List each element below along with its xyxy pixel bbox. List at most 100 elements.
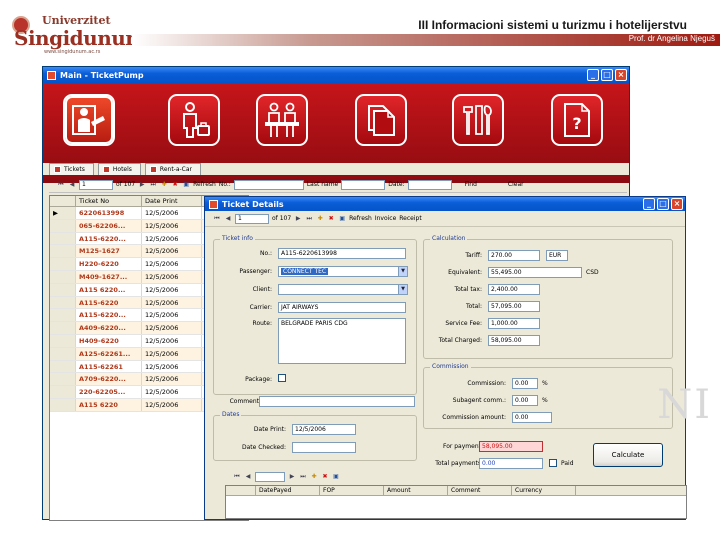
- commission-field[interactable]: 0.00: [512, 378, 538, 389]
- maximize-button[interactable]: □: [601, 69, 613, 81]
- row-selector[interactable]: [50, 347, 76, 360]
- dialog-maximize-button[interactable]: □: [657, 198, 669, 210]
- date-checked-field[interactable]: [292, 442, 356, 453]
- payments-prev-icon[interactable]: ◀: [244, 473, 252, 481]
- prev-record-icon[interactable]: ◀: [68, 181, 76, 189]
- row-selector[interactable]: [50, 309, 76, 322]
- row-selector[interactable]: [50, 398, 76, 411]
- row-selector[interactable]: [50, 245, 76, 258]
- find-button[interactable]: Find: [465, 181, 477, 188]
- tab-hotels[interactable]: Hotels: [97, 163, 141, 175]
- row-selector[interactable]: [50, 334, 76, 347]
- tab-rent-a-car[interactable]: Rent-a-Car: [144, 163, 202, 175]
- row-selector[interactable]: [50, 232, 76, 245]
- next-record-icon[interactable]: ▶: [138, 181, 146, 189]
- dialog-record-position-input[interactable]: 1: [235, 213, 269, 224]
- column-currency[interactable]: Currency: [512, 486, 576, 495]
- hotels-module-button[interactable]: [256, 94, 308, 146]
- invoice-button[interactable]: Invoice: [375, 215, 396, 222]
- column-amount[interactable]: Amount: [384, 486, 448, 495]
- last-record-icon[interactable]: ⏭: [149, 181, 157, 189]
- service-fee-field[interactable]: 1,000.00: [488, 318, 540, 329]
- clear-button[interactable]: Clear: [508, 181, 524, 188]
- payments-position-input[interactable]: [255, 472, 285, 482]
- record-position-input[interactable]: 1: [79, 179, 113, 190]
- total-charged-field[interactable]: 58,095.00: [488, 335, 540, 346]
- column-fop[interactable]: FOP: [320, 486, 384, 495]
- payments-next-icon[interactable]: ▶: [288, 473, 296, 481]
- row-selector[interactable]: [50, 258, 76, 270]
- tab-tickets[interactable]: Tickets: [49, 163, 94, 175]
- row-selector[interactable]: [50, 373, 76, 386]
- column-ticket-no[interactable]: Ticket No: [76, 196, 142, 206]
- row-selector[interactable]: [50, 270, 76, 283]
- column-comment[interactable]: Comment: [448, 486, 512, 495]
- search-date-input[interactable]: [407, 179, 452, 190]
- save-record-icon[interactable]: ▣: [182, 181, 190, 189]
- total-payments-field[interactable]: 0.00: [479, 458, 543, 469]
- comment-field[interactable]: [259, 396, 415, 407]
- client-combo[interactable]: ▼: [278, 284, 408, 295]
- total-tax-field[interactable]: 2,400.00: [488, 284, 540, 295]
- add-record-icon[interactable]: ✚: [160, 181, 168, 189]
- column-date-print[interactable]: Date Print: [142, 196, 202, 206]
- commission-amount-field[interactable]: 0.00: [512, 412, 552, 423]
- payments-save-icon[interactable]: ▣: [332, 473, 340, 481]
- subagent-field[interactable]: 0.00: [512, 395, 538, 406]
- payments-delete-icon[interactable]: ✖: [321, 473, 329, 481]
- passenger-combo[interactable]: CONNECT TEC ▼: [278, 266, 408, 277]
- ticket-no-field[interactable]: A115-6220613998: [278, 248, 406, 259]
- payments-add-icon[interactable]: ✚: [310, 473, 318, 481]
- help-document-icon: ?: [564, 103, 590, 137]
- calculate-button[interactable]: Calculate: [593, 443, 663, 467]
- row-selector[interactable]: [50, 219, 76, 232]
- dialog-prev-record-icon[interactable]: ◀: [224, 215, 232, 223]
- ticket-dialog-titlebar[interactable]: Ticket Details _ □ ×: [205, 197, 685, 211]
- date-print-field[interactable]: 12/5/2006: [292, 424, 356, 435]
- search-no-input[interactable]: [233, 179, 304, 190]
- row-selector[interactable]: [50, 283, 76, 296]
- dialog-first-record-icon[interactable]: ⏮: [213, 215, 221, 223]
- delete-record-icon[interactable]: ✖: [171, 181, 179, 189]
- dialog-minimize-button[interactable]: _: [643, 198, 655, 210]
- dialog-last-record-icon[interactable]: ⏭: [305, 215, 313, 223]
- payments-first-icon[interactable]: ⏮: [233, 473, 241, 481]
- first-record-icon[interactable]: ⏮: [57, 181, 65, 189]
- documents-module-button[interactable]: [355, 94, 407, 146]
- dialog-next-record-icon[interactable]: ▶: [294, 215, 302, 223]
- chevron-down-icon[interactable]: ▼: [398, 267, 407, 276]
- dialog-refresh-button[interactable]: Refresh: [349, 215, 372, 222]
- payments-last-icon[interactable]: ⏭: [299, 473, 307, 481]
- row-selector[interactable]: [50, 360, 76, 373]
- chevron-down-icon[interactable]: ▼: [398, 285, 407, 294]
- help-module-button[interactable]: ?: [551, 94, 603, 146]
- column-date-payed[interactable]: DatePayed: [256, 486, 320, 495]
- search-last-name-input[interactable]: [341, 179, 386, 190]
- dialog-delete-record-icon[interactable]: ✖: [327, 215, 335, 223]
- minimize-button[interactable]: _: [587, 69, 599, 81]
- tools-module-button[interactable]: [452, 94, 504, 146]
- calculation-group: Calculation Tariff: 270.00 EUR Equivalen…: [423, 235, 673, 359]
- row-selector[interactable]: [50, 296, 76, 309]
- currency-field[interactable]: EUR: [546, 250, 568, 261]
- row-selector[interactable]: [50, 322, 76, 334]
- refresh-button[interactable]: Refresh: [193, 181, 216, 188]
- equivalent-field[interactable]: 55,495.00: [488, 267, 582, 278]
- for-payment-field[interactable]: 58,095.00: [479, 441, 543, 452]
- travelers-module-button[interactable]: [168, 94, 220, 146]
- row-selector[interactable]: [50, 386, 76, 398]
- paid-checkbox[interactable]: [549, 459, 557, 467]
- row-selector[interactable]: ▶: [50, 207, 76, 219]
- route-field[interactable]: BELGRADE PARIS CDG: [278, 318, 406, 364]
- close-button[interactable]: ×: [615, 69, 627, 81]
- dialog-add-record-icon[interactable]: ✚: [316, 215, 324, 223]
- total-field[interactable]: 57,095.00: [488, 301, 540, 312]
- main-window-titlebar[interactable]: Main - TicketPump _ □ ×: [43, 67, 629, 83]
- carrier-field[interactable]: JAT AIRWAYS: [278, 302, 406, 313]
- tariff-field[interactable]: 270.00: [488, 250, 540, 261]
- package-checkbox[interactable]: [278, 374, 286, 382]
- dialog-save-record-icon[interactable]: ▣: [338, 215, 346, 223]
- receipt-button[interactable]: Receipt: [399, 215, 421, 222]
- tickets-module-button[interactable]: [63, 94, 115, 146]
- dialog-close-button[interactable]: ×: [671, 198, 683, 210]
